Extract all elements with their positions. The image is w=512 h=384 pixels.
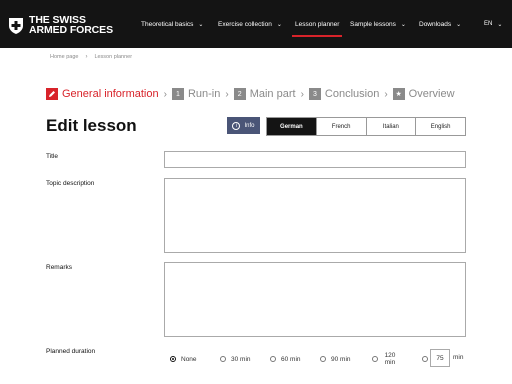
duration-option-60[interactable]: 60 min — [270, 352, 301, 366]
tab-italian[interactable]: Italian — [365, 118, 416, 135]
duration-option-90[interactable]: 90 min — [320, 352, 351, 366]
star-icon: ★ — [392, 88, 405, 100]
chevron-down-icon: ⌄ — [456, 21, 462, 28]
chevron-right-icon: › — [85, 54, 88, 60]
info-icon: i — [232, 121, 241, 130]
radio-icon — [320, 356, 326, 362]
step-run-in[interactable]: 1 Run-in — [171, 88, 220, 100]
chevron-right-icon: › — [384, 88, 388, 100]
planned-duration-label: Planned duration — [46, 348, 96, 355]
chevron-down-icon: ⌄ — [400, 21, 406, 28]
chevron-right-icon: › — [225, 88, 229, 100]
duration-option-120[interactable]: 120 min — [372, 352, 397, 366]
topic-description-textarea[interactable] — [164, 178, 466, 253]
nav-sample-lessons[interactable]: Sample lessons ⌄ — [350, 0, 406, 48]
step-overview[interactable]: ★ Overview — [392, 88, 455, 100]
top-navigation-bar: THE SWISS ARMED FORCES Theoretical basic… — [0, 0, 512, 48]
wizard-steps: General information › 1 Run-in › 2 Main … — [46, 86, 455, 102]
nav-downloads[interactable]: Downloads ⌄ — [419, 0, 461, 48]
step-general-information[interactable]: General information — [46, 88, 159, 100]
tab-german[interactable]: German — [267, 118, 316, 135]
remarks-label: Remarks — [46, 264, 73, 271]
brand-text: THE SWISS ARMED FORCES — [29, 14, 113, 36]
nav-lesson-planner[interactable]: Lesson planner — [291, 0, 343, 48]
chevron-down-icon: ⌄ — [276, 21, 282, 28]
step-main-part[interactable]: 2 Main part — [233, 88, 296, 100]
custom-minutes-unit: min — [453, 354, 464, 361]
chevron-down-icon: ⌄ — [198, 21, 204, 28]
radio-icon — [422, 356, 428, 362]
breadcrumb: Home page › Lesson planner — [50, 54, 132, 60]
radio-selected-icon — [170, 356, 176, 362]
tab-english[interactable]: English — [415, 118, 465, 135]
tab-french[interactable]: French — [315, 118, 366, 135]
page-title: Edit lesson — [46, 116, 137, 135]
nav-theoretical-basics[interactable]: Theoretical basics ⌄ — [141, 0, 203, 48]
chevron-right-icon: › — [300, 88, 304, 100]
custom-minutes-input[interactable]: 75 — [430, 349, 450, 367]
content-language-tabs: German French Italian English — [266, 117, 466, 136]
step-conclusion[interactable]: 3 Conclusion — [308, 88, 379, 100]
radio-icon — [220, 356, 226, 362]
pencil-icon — [46, 88, 58, 100]
duration-option-none[interactable]: None — [170, 352, 197, 366]
radio-icon — [270, 356, 276, 362]
title-input[interactable] — [164, 151, 466, 168]
page: THE SWISS ARMED FORCES Theoretical basic… — [0, 0, 512, 384]
breadcrumb-lesson-planner[interactable]: Lesson planner — [94, 54, 132, 60]
radio-icon — [372, 356, 378, 362]
title-label: Title — [46, 153, 59, 160]
brand-logo[interactable]: THE SWISS ARMED FORCES — [8, 14, 113, 36]
chevron-down-icon: ⌄ — [497, 21, 503, 28]
topic-description-label: Topic description — [46, 180, 95, 187]
swiss-shield-icon — [9, 17, 23, 34]
nav-exercise-collection[interactable]: Exercise collection ⌄ — [218, 0, 282, 48]
chevron-right-icon: › — [163, 88, 167, 100]
info-button[interactable]: i Info — [227, 117, 260, 134]
language-switcher[interactable]: EN ⌄ — [484, 0, 502, 48]
duration-option-30[interactable]: 30 min — [220, 352, 251, 366]
breadcrumb-home[interactable]: Home page — [50, 54, 78, 60]
remarks-textarea[interactable] — [164, 262, 466, 337]
